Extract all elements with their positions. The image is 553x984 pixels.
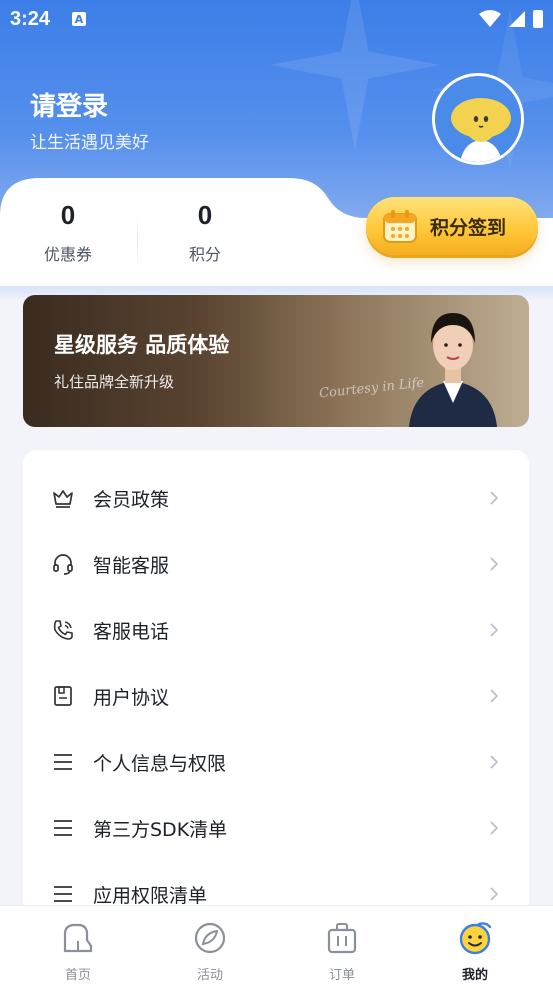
notification-icon: A xyxy=(72,12,87,26)
promo-banner[interactable]: 星级服务 品质体验 礼住品牌全新升级 Courtesy in Life xyxy=(23,295,529,427)
smile-icon xyxy=(459,922,492,955)
menu-item-smart-service[interactable]: 智能客服 xyxy=(23,531,529,597)
login-title[interactable]: 请登录 xyxy=(30,86,108,123)
document-icon xyxy=(54,686,72,706)
calendar-icon xyxy=(383,210,417,243)
banner-title: 星级服务 品质体验 xyxy=(54,333,230,357)
tab-activity[interactable]: 活动 xyxy=(170,920,250,983)
phone-icon xyxy=(53,620,73,640)
menu-item-user-agreement[interactable]: 用户协议 xyxy=(23,663,529,729)
headset-icon xyxy=(53,554,73,575)
tab-mine[interactable]: 我的 xyxy=(435,920,515,983)
coupon-label: 优惠券 xyxy=(43,245,92,264)
menu-label: 第三方SDK清单 xyxy=(93,818,228,841)
menu-item-third-party-sdk[interactable]: 第三方SDK清单 xyxy=(23,795,529,861)
points-signin-button[interactable]: 积分签到 xyxy=(366,197,538,255)
compass-icon xyxy=(194,922,226,954)
points-count: 0 xyxy=(197,200,213,230)
staff-photo xyxy=(409,313,497,427)
status-time: 3:24 xyxy=(10,7,51,30)
battery-icon xyxy=(533,10,543,28)
tab-label: 首页 xyxy=(64,968,91,983)
menu-label: 用户协议 xyxy=(93,686,170,709)
signin-label: 积分签到 xyxy=(430,216,507,239)
menu-label: 会员政策 xyxy=(93,488,170,511)
list-icon xyxy=(54,886,72,902)
chevron-right-icon xyxy=(490,887,499,901)
wifi-icon xyxy=(479,10,501,27)
crown-icon xyxy=(53,490,73,508)
status-bar: 3:24 A xyxy=(0,0,553,38)
menu-item-personal-info[interactable]: 个人信息与权限 xyxy=(23,729,529,795)
menu-card: 会员政策 智能客服 客服电话 用户协议 个人信息与权限 第三方SDK清单 应用权… xyxy=(23,450,529,920)
coupon-count: 0 xyxy=(60,200,76,230)
points-label: 积分 xyxy=(188,245,221,264)
points-stat[interactable]: 0 积分 xyxy=(145,200,265,265)
menu-item-service-phone[interactable]: 客服电话 xyxy=(23,597,529,663)
menu-label: 智能客服 xyxy=(93,554,170,577)
divider xyxy=(137,216,138,268)
tab-orders[interactable]: 订单 xyxy=(302,920,382,983)
avatar[interactable] xyxy=(432,73,524,165)
menu-label: 客服电话 xyxy=(93,620,170,643)
tab-label: 订单 xyxy=(328,968,355,983)
menu-label: 应用权限清单 xyxy=(93,884,208,907)
chevron-right-icon xyxy=(490,557,499,571)
menu-label: 个人信息与权限 xyxy=(93,752,227,775)
banner-subtitle: 礼住品牌全新升级 xyxy=(54,373,175,391)
tab-label: 活动 xyxy=(196,968,223,983)
chevron-right-icon xyxy=(490,491,499,505)
login-subtitle: 让生活遇见美好 xyxy=(30,133,149,153)
chevron-right-icon xyxy=(490,755,499,769)
tab-label: 我的 xyxy=(461,968,488,983)
chevron-right-icon xyxy=(490,821,499,835)
list-icon xyxy=(54,820,72,836)
signal-icon xyxy=(509,11,525,27)
bag-icon xyxy=(327,923,357,954)
list-icon xyxy=(54,754,72,770)
menu-item-member-policy[interactable]: 会员政策 xyxy=(23,465,529,531)
coupon-stat[interactable]: 0 优惠券 xyxy=(8,200,128,265)
bottom-tab-bar: 首页 活动 订单 我的 xyxy=(0,905,553,984)
chevron-right-icon xyxy=(490,689,499,703)
chevron-right-icon xyxy=(490,623,499,637)
tab-home[interactable]: 首页 xyxy=(38,920,118,983)
home-icon xyxy=(63,923,93,953)
